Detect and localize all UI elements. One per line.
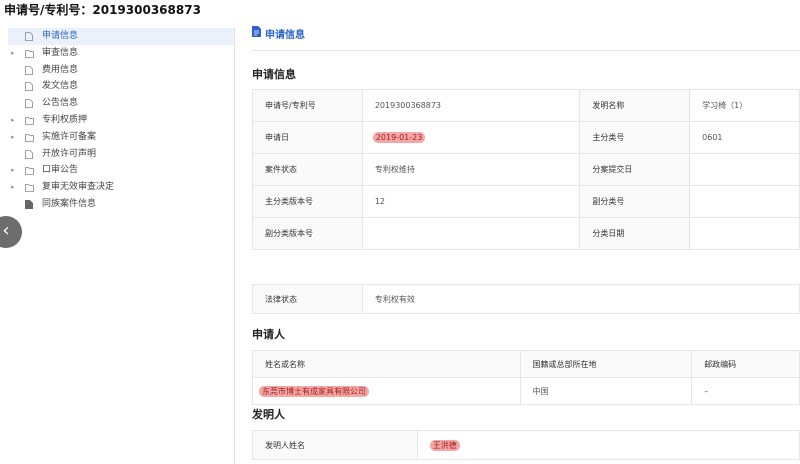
legal-status-label: 法律状态	[252, 284, 363, 314]
field-value	[689, 153, 800, 186]
sidebar-item-label: 实施许可备案	[42, 131, 97, 142]
folder-icon	[25, 133, 34, 142]
document-icon	[25, 149, 34, 159]
sidebar-item-4[interactable]: 公告信息	[8, 95, 234, 112]
document-icon	[25, 32, 34, 41]
sidebar-item-label: 公告信息	[42, 98, 79, 109]
chevron-right-icon[interactable]: ▸	[11, 162, 19, 179]
field-label: 副分类号	[579, 185, 691, 218]
field-label: 分案提交日	[579, 153, 691, 186]
applicant-header-postcode: 邮政编码	[691, 350, 800, 378]
folder-icon	[25, 166, 34, 176]
field-value	[689, 217, 800, 250]
table-row: 副分类版本号 分类日期	[252, 217, 800, 250]
applicant-header-name: 姓名或名称	[252, 350, 521, 378]
panel-title-text: 申请信息	[265, 30, 305, 41]
section-title-inventor: 发明人	[252, 408, 285, 421]
sidebar-item-label: 申请信息	[42, 31, 79, 41]
field-label: 发明名称	[579, 89, 691, 122]
panel-title: 申请信息	[252, 26, 305, 44]
application-date: 2019-01-23	[372, 132, 426, 143]
document-icon	[252, 26, 261, 44]
sidebar-item-label: 复审无效审查决定	[42, 182, 115, 193]
applicant-table: 姓名或名称 国籍或总部所在地 邮政编码 东莞市博士有成家具有限公司 中国 –	[252, 350, 800, 405]
section-title-applicant: 申请人	[252, 328, 285, 341]
field-value: 专利权维持	[361, 153, 581, 186]
sidebar-item-0[interactable]: 申请信息	[8, 28, 234, 45]
sidebar-item-3[interactable]: 发文信息	[8, 78, 234, 95]
section-title-application: 申请信息	[252, 68, 296, 81]
sidebar-item-9[interactable]: ▸ 复审无效审查决定	[8, 179, 234, 196]
sidebar-item-7[interactable]: 开放许可声明	[8, 146, 234, 163]
inventor-label: 发明人姓名	[252, 430, 418, 460]
page-header: 申请号/专利号：2019300368873	[4, 3, 201, 17]
applicant-name: 东莞市博士有成家具有限公司	[259, 385, 369, 397]
table-row: 案件状态 专利权维持 分案提交日	[252, 153, 800, 186]
sidebar-item-label: 开放许可声明	[42, 148, 97, 159]
field-label: 主分类版本号	[252, 185, 363, 218]
sidebar-item-label: 专利权质押	[42, 114, 88, 125]
field-label: 主分类号	[579, 121, 691, 154]
folder-icon	[25, 49, 34, 58]
legal-status-value: 专利权有效	[361, 284, 800, 314]
field-label: 案件状态	[252, 153, 363, 186]
document-filled-icon	[25, 199, 34, 209]
field-label: 副分类版本号	[252, 217, 363, 250]
chevron-right-icon[interactable]: ▸	[11, 129, 19, 146]
sidebar-item-6[interactable]: ▸ 实施许可备案	[8, 129, 234, 146]
table-row: 申请日 2019-01-23 主分类号 0601	[252, 121, 800, 154]
chevron-right-icon[interactable]: ▸	[11, 179, 19, 196]
application-info-table: 申请号/专利号 2019300368873 发明名称 学习椅（1） 申请日 2019-01…	[252, 89, 800, 250]
table-row: 主分类版本号 12 副分类号	[252, 185, 800, 218]
document-icon	[25, 99, 34, 109]
divider	[252, 50, 800, 51]
chevron-right-icon[interactable]: ▸	[11, 112, 19, 129]
main-panel: 申请信息 申请信息 申请号/专利号 2019300368873 发明名称 学习椅（1）…	[252, 26, 800, 464]
field-value: 12	[361, 185, 581, 218]
applicant-name-cell: 东莞市博士有成家具有限公司	[252, 377, 521, 405]
field-value: 0601	[689, 121, 800, 154]
sidebar-tree: 申请信息 ▸ 审查信息费用信息发文信息公告信息 ▸ 专利权质押 ▸ 实施许可备案 开放许可声明…	[8, 28, 235, 464]
field-value: 学习椅（1）	[689, 89, 800, 122]
field-value	[689, 185, 800, 218]
sidebar-item-label: 费用信息	[42, 64, 79, 75]
field-value: 2019-01-23	[361, 121, 581, 154]
sidebar-item-label: 发文信息	[42, 81, 79, 92]
sidebar-item-10[interactable]: 同族案件信息	[8, 196, 234, 213]
folder-icon	[25, 116, 34, 125]
table-row: 申请号/专利号 2019300368873 发明名称 学习椅（1）	[252, 89, 800, 122]
field-label: 申请号/专利号	[252, 89, 363, 122]
sidebar-item-1[interactable]: ▸ 审查信息	[8, 45, 234, 62]
document-icon	[25, 65, 34, 75]
sidebar-item-label: 审查信息	[42, 47, 79, 58]
sidebar-item-8[interactable]: ▸ 口审公告	[8, 162, 234, 179]
sidebar-item-5[interactable]: ▸ 专利权质押	[8, 112, 234, 129]
inventor-name: 王洪德	[429, 439, 460, 451]
inventor-value-cell: 王洪德	[416, 430, 800, 460]
sidebar-item-2[interactable]: 费用信息	[8, 62, 234, 79]
field-label: 分类日期	[579, 217, 691, 250]
inventor-table: 发明人姓名 王洪德	[252, 430, 800, 460]
document-icon	[25, 82, 34, 92]
applicant-location: 中国	[519, 377, 693, 405]
legal-status-table: 法律状态 专利权有效	[252, 284, 800, 314]
chevron-right-icon[interactable]: ▸	[11, 45, 19, 62]
sidebar-item-label: 同族案件信息	[42, 198, 97, 209]
field-value	[361, 217, 581, 250]
field-label: 申请日	[252, 121, 363, 154]
field-value: 2019300368873	[361, 89, 581, 122]
sidebar-item-label: 口审公告	[42, 165, 79, 176]
folder-icon	[25, 183, 34, 193]
applicant-header-location: 国籍或总部所在地	[519, 350, 693, 378]
applicant-postcode: –	[691, 377, 800, 405]
